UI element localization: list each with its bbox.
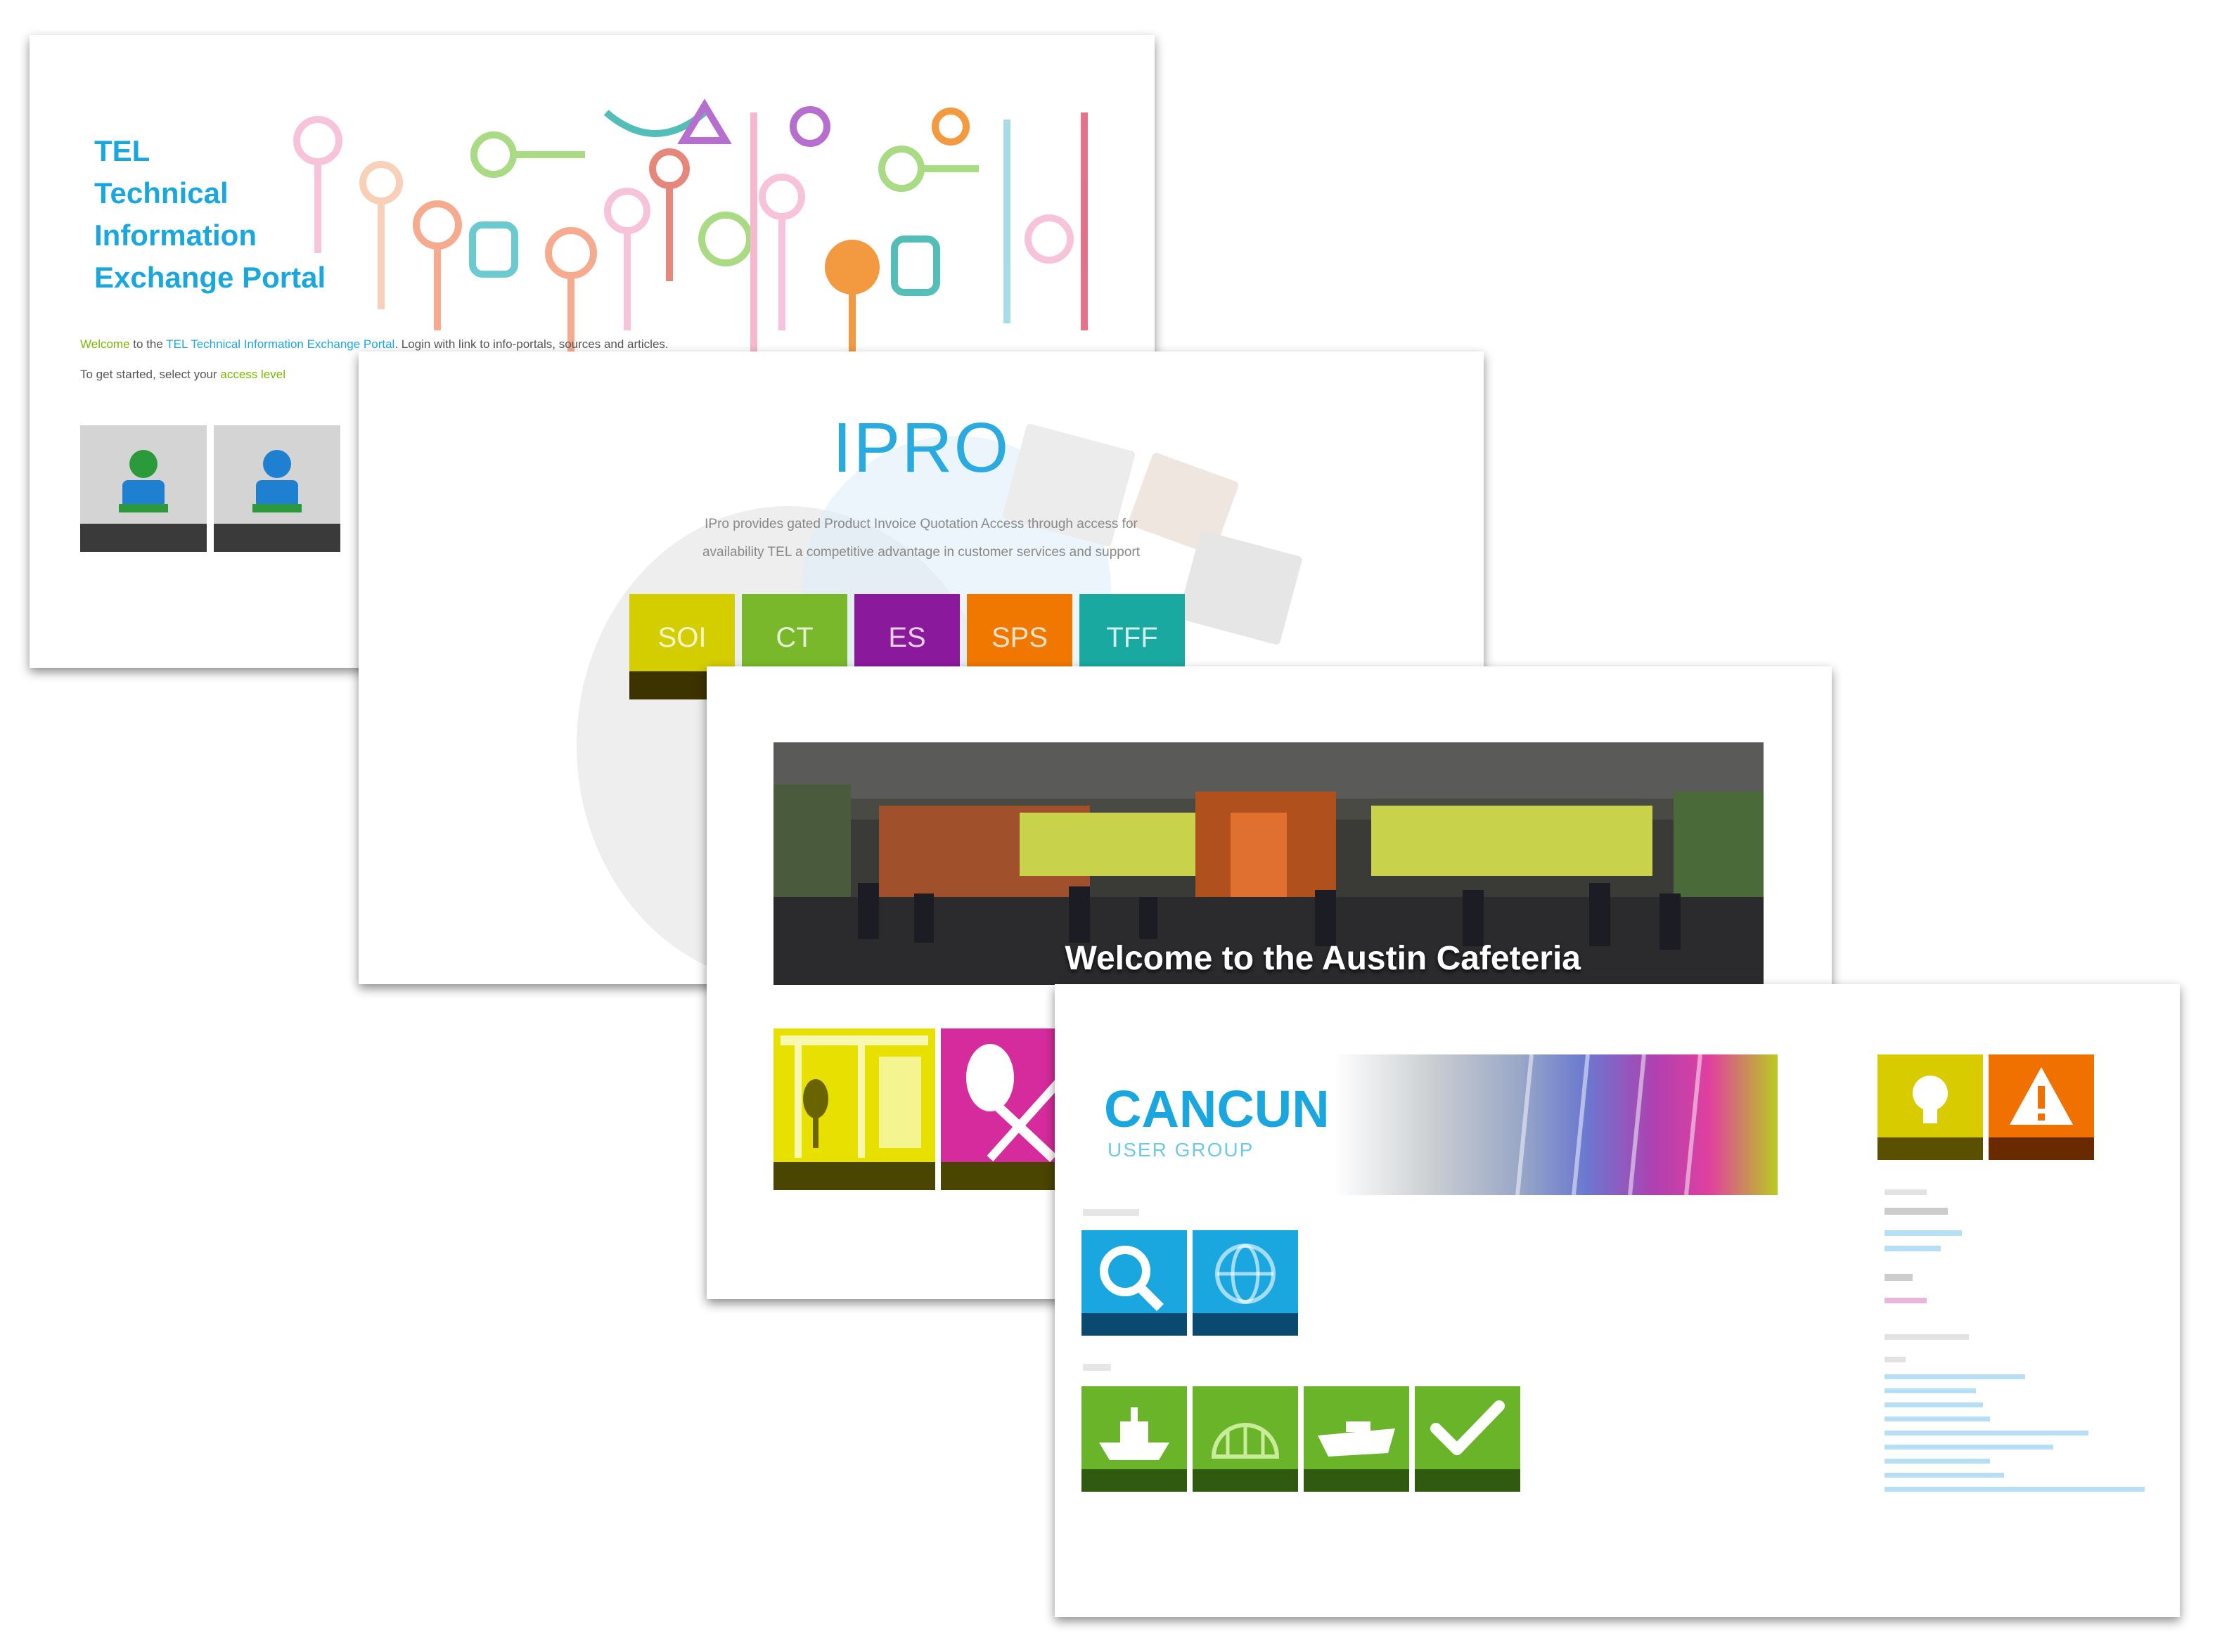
cancun-check-tile[interactable] [1415, 1386, 1520, 1492]
tix-portal-link[interactable]: TEL Technical Information Exchange Porta… [166, 337, 394, 351]
keys-illustration [293, 98, 1088, 351]
sidebar-link-bar[interactable] [1885, 1459, 1990, 1464]
login-instructions: To get started, select your access level [80, 368, 285, 381]
check-icon [1430, 1400, 1505, 1455]
sidebar-link-bar[interactable] [1885, 1388, 1976, 1393]
welcome-text: Welcome to the TEL Technical Information… [80, 337, 669, 351]
section-label-bar [1083, 1209, 1139, 1216]
sidebar-link-bar[interactable] [1885, 1230, 1962, 1236]
cafeteria-menu-tile[interactable] [773, 1028, 935, 1190]
sidebar-link-bar[interactable] [1885, 1431, 2088, 1435]
ipro-description-line-2: availability TEL a competitive advantage… [702, 545, 1141, 560]
boat-icon [1318, 1421, 1395, 1457]
sidebar-link-bar[interactable] [1885, 1402, 1983, 1407]
sidebar-heading-bar [1885, 1189, 1927, 1195]
user-tile-1[interactable] [80, 425, 207, 552]
person-icon [252, 450, 302, 512]
lightbulb-icon [1913, 1076, 1948, 1123]
access-level-link[interactable]: access level [220, 368, 285, 381]
lightbulb-tile[interactable] [1877, 1054, 1983, 1160]
sidebar-link-bar[interactable] [1885, 1298, 1927, 1303]
cancun-subtitle: USER GROUP [1108, 1139, 1254, 1161]
sidebar-link-bar[interactable] [1885, 1487, 2145, 1492]
cafeteria-hero-image: Welcome to the Austin Cafeteria [773, 742, 1764, 985]
cancun-globe-tile[interactable] [1193, 1230, 1298, 1336]
warning-icon [2010, 1067, 2073, 1125]
person-icon [119, 450, 168, 512]
user-tile-2[interactable] [214, 425, 340, 552]
dome-icon [1211, 1423, 1280, 1459]
sidebar-item-bar [1885, 1208, 1948, 1215]
sidebar-link-bar[interactable] [1885, 1445, 2053, 1450]
cancun-dome-tile[interactable] [1193, 1386, 1298, 1492]
sidebar-link-bar[interactable] [1885, 1374, 2025, 1379]
cancun-title: CANCUN [1104, 1080, 1330, 1138]
ship-icon [1099, 1407, 1169, 1460]
cafeteria-welcome-caption: Welcome to the Austin Cafeteria [1065, 940, 1581, 977]
search-icon [1100, 1246, 1164, 1311]
cancun-search-tile[interactable] [1081, 1230, 1187, 1336]
sidebar-link-bar[interactable] [1885, 1246, 1941, 1251]
cancun-boat-tile[interactable] [1304, 1386, 1409, 1492]
sidebar-link-bar[interactable] [1885, 1473, 2004, 1478]
cancun-user-group-screenshot: CANCUN USER GROUP [1055, 984, 2180, 1617]
sidebar-heading-bar [1885, 1334, 1969, 1340]
sidebar-item-bar [1885, 1274, 1913, 1281]
cancun-ship-tile[interactable] [1081, 1386, 1187, 1492]
warning-tile[interactable] [1989, 1054, 2094, 1160]
ipro-description-line-1: IPro provides gated Product Invoice Quot… [705, 517, 1138, 531]
globe-icon [1215, 1244, 1276, 1304]
sidebar-link-bar[interactable] [1885, 1417, 1990, 1421]
section-label-bar [1083, 1364, 1111, 1371]
sidebar-heading-bar [1885, 1357, 1906, 1362]
menu-board-icon [781, 1035, 928, 1158]
ipro-title: IPRO [832, 408, 1010, 487]
